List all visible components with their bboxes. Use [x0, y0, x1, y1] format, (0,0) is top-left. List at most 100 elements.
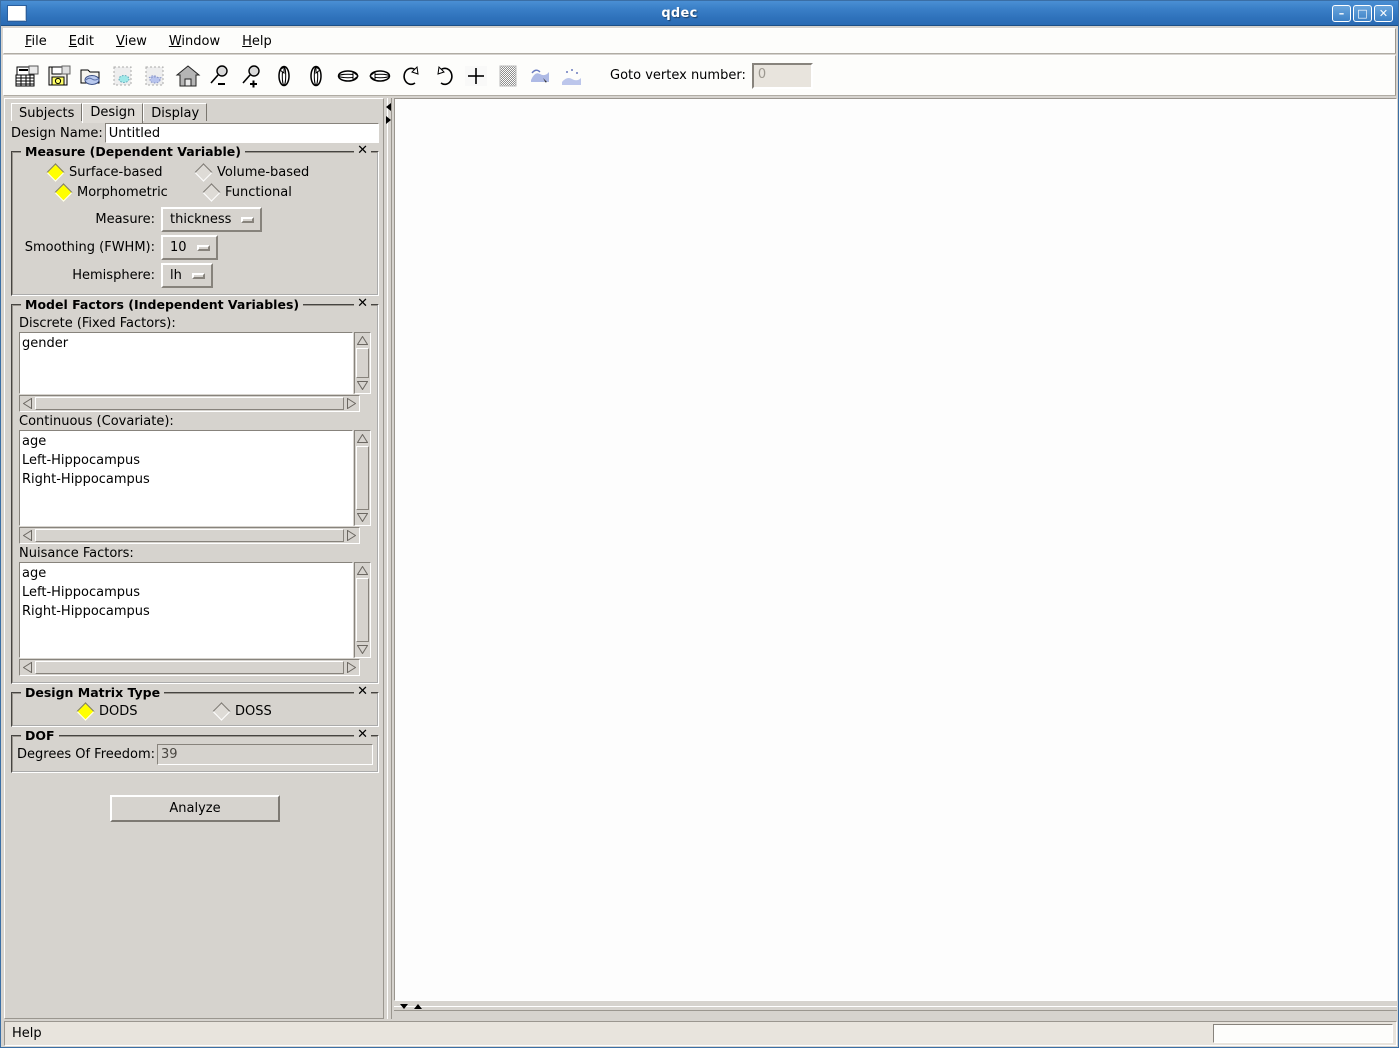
scroll-down-icon[interactable]	[355, 642, 370, 657]
horizontal-sash[interactable]	[394, 1003, 1397, 1019]
show-cursor-icon[interactable]	[460, 59, 492, 93]
save-data-table-icon[interactable]	[44, 59, 76, 93]
radio-volume-based[interactable]: Volume-based	[197, 165, 309, 180]
list-item[interactable]: gender	[22, 334, 352, 353]
tab-design[interactable]: Design	[82, 103, 143, 123]
analyze-button[interactable]: Analyze	[110, 795, 280, 822]
rotate-z-negative-icon[interactable]	[396, 59, 428, 93]
load-overlay-icon[interactable]	[108, 59, 140, 93]
scrollbar-thumb[interactable]	[356, 578, 369, 642]
scrollbar-thumb[interactable]	[35, 529, 344, 542]
scroll-right-icon[interactable]	[344, 660, 359, 675]
goto-vertex-input[interactable]: 0	[752, 63, 813, 89]
measure-option-menu[interactable]: thickness	[161, 207, 262, 232]
zoom-out-icon[interactable]	[204, 59, 236, 93]
sash-arrow-down-icon[interactable]	[414, 1004, 422, 1009]
scrollbar-thumb[interactable]	[356, 348, 369, 378]
scrollbar-thumb[interactable]	[35, 397, 344, 410]
list-item[interactable]: age	[22, 432, 352, 451]
nuisance-horizontal-scrollbar[interactable]	[19, 659, 360, 676]
left-panel: Subjects Design Display Design Name: Unt…	[4, 98, 384, 1019]
show-annotation-icon[interactable]	[556, 59, 588, 93]
radio-functional-label: Functional	[225, 185, 292, 200]
discrete-factors-listbox-wrap: gender	[19, 332, 371, 412]
scroll-left-icon[interactable]	[20, 396, 35, 411]
rotate-x-negative-icon[interactable]	[332, 59, 364, 93]
restore-view-icon[interactable]	[172, 59, 204, 93]
dof-group-close-icon[interactable]: ✕	[354, 728, 371, 742]
radio-doss[interactable]: DOSS	[197, 704, 272, 719]
nuisance-vertical-scrollbar[interactable]	[354, 562, 371, 658]
sash-arrow-up-icon[interactable]	[400, 1004, 408, 1009]
hemisphere-option-menu[interactable]: lh	[161, 263, 213, 288]
discrete-vertical-scrollbar[interactable]	[354, 332, 371, 394]
scroll-up-icon[interactable]	[355, 333, 370, 348]
scroll-right-icon[interactable]	[344, 528, 359, 543]
scroll-down-icon[interactable]	[355, 510, 370, 525]
list-item[interactable]: age	[22, 564, 352, 583]
scroll-right-icon[interactable]	[344, 396, 359, 411]
menu-file[interactable]: File	[14, 32, 58, 51]
model-factors-group: Model Factors (Independent Variables) ✕ …	[11, 304, 379, 684]
design-name-input[interactable]: Untitled	[105, 123, 379, 143]
sash-arrow-right-icon[interactable]	[386, 116, 391, 124]
scrollbar-thumb[interactable]	[356, 446, 369, 510]
model-factors-group-close-icon[interactable]: ✕	[354, 297, 371, 311]
status-entry-input[interactable]	[1213, 1024, 1393, 1043]
tab-display[interactable]: Display	[143, 103, 207, 123]
rotate-z-positive-icon[interactable]	[428, 59, 460, 93]
measure-group-close-icon[interactable]: ✕	[354, 144, 371, 158]
status-bar: Help	[4, 1021, 1397, 1046]
continuous-listbox[interactable]: age Left-Hippocampus Right-Hippocampus	[19, 430, 353, 526]
rotate-y-positive-icon[interactable]	[300, 59, 332, 93]
window-menu-icon[interactable]	[7, 5, 27, 22]
list-item[interactable]: Right-Hippocampus	[22, 470, 352, 489]
discrete-factors-listbox[interactable]: gender	[19, 332, 353, 394]
tab-subjects[interactable]: Subjects	[11, 103, 82, 123]
show-curvature-icon[interactable]	[492, 59, 524, 93]
rotate-y-negative-icon[interactable]	[268, 59, 300, 93]
scrollbar-thumb[interactable]	[35, 661, 344, 674]
sash-grip[interactable]	[387, 98, 392, 1019]
menu-window[interactable]: Window	[158, 32, 231, 51]
vertical-sash[interactable]	[384, 98, 394, 1019]
load-curvature-icon[interactable]	[140, 59, 172, 93]
load-surface-icon[interactable]	[76, 59, 108, 93]
continuous-horizontal-scrollbar[interactable]	[19, 527, 360, 544]
scroll-left-icon[interactable]	[20, 660, 35, 675]
nuisance-factors-label: Nuisance Factors:	[19, 546, 373, 561]
minimize-icon[interactable]: –	[1332, 5, 1351, 22]
menu-edit[interactable]: Edit	[58, 32, 105, 51]
design-matrix-type-close-icon[interactable]: ✕	[354, 685, 371, 699]
rotate-x-positive-icon[interactable]	[364, 59, 396, 93]
sash-arrow-left-icon[interactable]	[386, 103, 391, 111]
scroll-up-icon[interactable]	[355, 563, 370, 578]
scroll-left-icon[interactable]	[20, 528, 35, 543]
radio-morphometric[interactable]: Morphometric	[17, 185, 197, 200]
radio-functional[interactable]: Functional	[197, 185, 292, 200]
nuisance-listbox[interactable]: age Left-Hippocampus Right-Hippocampus	[19, 562, 353, 658]
render-canvas[interactable]	[394, 98, 1397, 1001]
list-item[interactable]: Left-Hippocampus	[22, 583, 352, 602]
diamond-icon	[202, 183, 220, 201]
scroll-up-icon[interactable]	[355, 431, 370, 446]
radio-dods[interactable]: DODS	[17, 704, 197, 719]
close-icon[interactable]: ✕	[1374, 5, 1393, 22]
sash-grip[interactable]	[394, 1006, 1397, 1011]
menu-view[interactable]: View	[105, 32, 158, 51]
scroll-down-icon[interactable]	[355, 378, 370, 393]
radio-surface-based[interactable]: Surface-based	[17, 165, 197, 180]
chevron-down-icon	[241, 217, 254, 223]
degrees-of-freedom-value: 39	[157, 744, 373, 765]
load-data-table-icon[interactable]	[12, 59, 44, 93]
maximize-icon[interactable]: □	[1353, 5, 1372, 22]
list-item[interactable]: Right-Hippocampus	[22, 602, 352, 621]
continuous-vertical-scrollbar[interactable]	[354, 430, 371, 526]
show-overlay-icon[interactable]	[524, 59, 556, 93]
smoothing-option-menu[interactable]: 10	[161, 235, 218, 260]
discrete-horizontal-scrollbar[interactable]	[19, 395, 360, 412]
list-item[interactable]: Left-Hippocampus	[22, 451, 352, 470]
menu-bar: File Edit View Window Help	[3, 28, 1396, 54]
menu-help[interactable]: Help	[231, 32, 283, 51]
zoom-in-icon[interactable]	[236, 59, 268, 93]
